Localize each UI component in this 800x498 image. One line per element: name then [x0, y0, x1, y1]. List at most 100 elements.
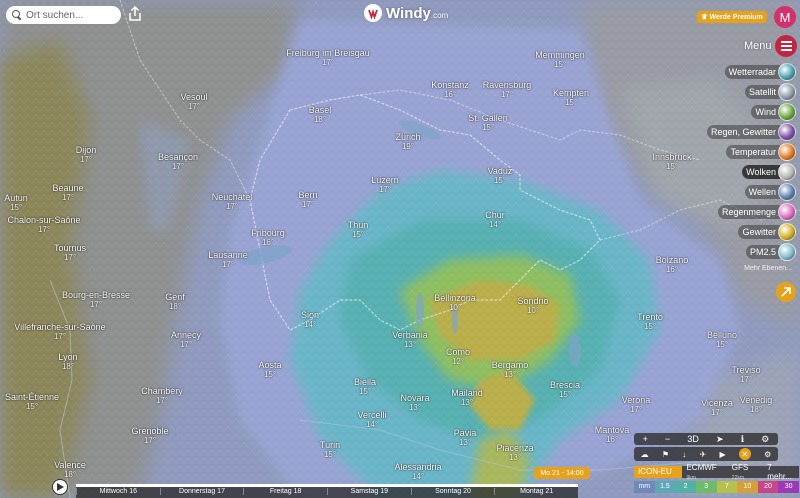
city-label[interactable]: Piacenza 13°	[496, 443, 533, 462]
windy-logo[interactable]: Windy.com	[364, 4, 448, 22]
city-label[interactable]: Konstanz 16°	[431, 80, 469, 99]
city-label[interactable]: Sion 14°	[301, 310, 319, 329]
weather-icon[interactable]: ☁	[641, 450, 649, 459]
city-label[interactable]: Freiburg im Breisgau 17°	[286, 48, 370, 67]
city-label[interactable]: Lyon 18°	[58, 352, 77, 371]
timeline[interactable]: Mittwoch 16 Donnerstag 17 Freitag 18 Samsta…	[76, 484, 578, 498]
city-label[interactable]: Sondrio 10°	[517, 296, 548, 315]
search-bar[interactable]	[6, 6, 121, 24]
menu-button[interactable]	[775, 35, 797, 57]
city-label[interactable]: Dijon 17°	[76, 145, 97, 164]
city-label[interactable]: Tournus 17°	[54, 243, 86, 262]
city-label[interactable]: Genf 18°	[165, 292, 185, 311]
layer-item-wind[interactable]: Wind	[751, 102, 796, 122]
city-label[interactable]: Kempten 15°	[553, 88, 589, 107]
layer-item-wetterradar[interactable]: Wetterradar	[724, 62, 796, 82]
city-label[interactable]: Turin 15°	[320, 440, 340, 459]
city-label[interactable]: Bolzano 16°	[656, 255, 689, 274]
city-label[interactable]: Alessandria 14°	[394, 462, 441, 481]
timeline-day[interactable]: Sonntag 20	[410, 488, 495, 495]
city-label[interactable]: Chalon-sur-Saône 17°	[7, 215, 80, 234]
city-label[interactable]: Verbania 13°	[392, 330, 428, 349]
city-label[interactable]: Lausanne 17°	[208, 250, 248, 269]
city-label[interactable]: Biella 15°	[354, 377, 376, 396]
city-label[interactable]: Bergamo 13°	[492, 360, 529, 379]
timeline-day[interactable]: Donnerstag 17	[159, 488, 244, 495]
city-label[interactable]: Mailand 13°	[451, 388, 483, 407]
timeline-day[interactable]: Samstag 19	[327, 488, 411, 495]
timeline-day[interactable]: Montag 21	[494, 488, 578, 495]
settings-button[interactable]: ⚙	[761, 434, 769, 445]
3d-button[interactable]: 3D	[687, 434, 699, 444]
city-label[interactable]: Besançon 17°	[158, 152, 198, 171]
city-label[interactable]: Aosta 15°	[258, 360, 281, 379]
city-label[interactable]: Chur 14°	[485, 210, 505, 229]
menu-label[interactable]: Menu	[744, 40, 772, 52]
layer-item-regen-gewitter[interactable]: Regen, Gewitter	[706, 122, 796, 142]
more-layers-link[interactable]: Mehr Ebenen...	[744, 265, 792, 272]
city-label[interactable]: Thun 15°	[348, 220, 369, 239]
city-label[interactable]: Autun 15°	[4, 193, 28, 212]
city-label[interactable]: Trento 15°	[637, 312, 663, 331]
city-label[interactable]: Fribourg 16°	[251, 228, 285, 247]
webcam-icon[interactable]: ▶	[720, 450, 726, 459]
city-label[interactable]: Memmingen 15°	[535, 50, 585, 69]
close-icon[interactable]: ✕	[738, 448, 751, 460]
settings-icon[interactable]: ⚙	[764, 450, 771, 459]
zoom-out-button[interactable]: −	[665, 434, 670, 444]
layer-item-wellen[interactable]: Wellen	[744, 182, 796, 202]
share-icon[interactable]	[128, 5, 142, 22]
poi-button[interactable]	[776, 282, 796, 302]
city-label[interactable]: Mantova 16°	[595, 425, 630, 444]
city-label[interactable]: Vercelli 14°	[357, 410, 386, 429]
download-icon[interactable]: ↓	[682, 450, 686, 459]
model-option-7-mehr-[interactable]: 7 mehr...	[763, 463, 799, 481]
city-label[interactable]: Saint-Étienne 15°	[5, 392, 59, 411]
city-label[interactable]: Vicenza 17°	[701, 398, 733, 417]
weather-map[interactable]: Basel 18° Zürich 19° Bern 17° Luzern 17° Lausann…	[0, 0, 800, 498]
city-label[interactable]: Treviso 17°	[731, 365, 760, 384]
city-label[interactable]: Bern 17°	[298, 190, 317, 209]
city-label[interactable]: St. Gallen 15°	[468, 113, 508, 132]
city-label[interactable]: Novara 13°	[400, 393, 429, 412]
layer-item-regenmenge[interactable]: Regenmenge	[717, 202, 796, 222]
city-label[interactable]: Belluno 15°	[707, 330, 737, 349]
city-label[interactable]: Innsbruck 15°	[652, 152, 691, 171]
city-label[interactable]: Zürich 19°	[395, 132, 420, 151]
timeline-current-time[interactable]: Mo 21 - 14:00	[534, 467, 590, 479]
city-label[interactable]: Bellinzona 10°	[434, 293, 476, 312]
premium-button[interactable]: ♛ Werde Premium	[697, 11, 767, 23]
model-option-icon-eu[interactable]: ICON-EU 7km	[634, 466, 683, 488]
city-label[interactable]: Chambéry 17°	[141, 386, 183, 405]
city-label[interactable]: Verona 17°	[622, 395, 651, 414]
city-label[interactable]: Neuchâtel 17°	[212, 192, 253, 211]
city-label[interactable]: Venedig 18°	[740, 395, 773, 414]
layer-item-pm2-5[interactable]: PM2.5	[745, 242, 796, 262]
city-label[interactable]: Basel 18°	[309, 105, 332, 124]
zoom-in-button[interactable]: +	[643, 434, 648, 444]
city-label[interactable]: Vaduz 15°	[488, 166, 513, 185]
layer-item-gewitter[interactable]: Gewitter	[738, 222, 796, 242]
timeline-day[interactable]: Mittwoch 16	[76, 488, 160, 495]
city-label[interactable]: Luzern 17°	[371, 175, 399, 194]
layer-item-wolken[interactable]: Wolken	[742, 162, 796, 182]
avatar[interactable]: M	[774, 6, 796, 28]
locate-button[interactable]: ➤	[716, 434, 724, 445]
search-input[interactable]	[26, 9, 116, 21]
city-label[interactable]: Pavia 13°	[454, 428, 477, 447]
city-label[interactable]: Grenoble 17°	[131, 426, 168, 445]
city-label[interactable]: Como 12°	[446, 347, 470, 366]
city-label[interactable]: Valence 18°	[54, 460, 86, 479]
city-label[interactable]: Annecy 17°	[171, 330, 201, 349]
layer-item-satellit[interactable]: Satellit	[744, 82, 796, 102]
info-button[interactable]: ℹ	[741, 434, 744, 445]
model-option-ecmwf[interactable]: ECMWF 9km	[682, 463, 727, 481]
flag-icon[interactable]: ⚑	[662, 450, 669, 459]
city-label[interactable]: Ravensburg 17°	[483, 80, 532, 99]
model-option-gfs[interactable]: GFS 22km	[728, 463, 764, 481]
airport-icon[interactable]: ✈	[700, 450, 707, 459]
city-label[interactable]: Villefranche-sur-Saône 17°	[14, 322, 105, 341]
city-label[interactable]: Vesoul 17°	[180, 92, 207, 111]
city-label[interactable]: Beaune 17°	[52, 183, 83, 202]
city-label[interactable]: Brescia 15°	[550, 380, 580, 399]
